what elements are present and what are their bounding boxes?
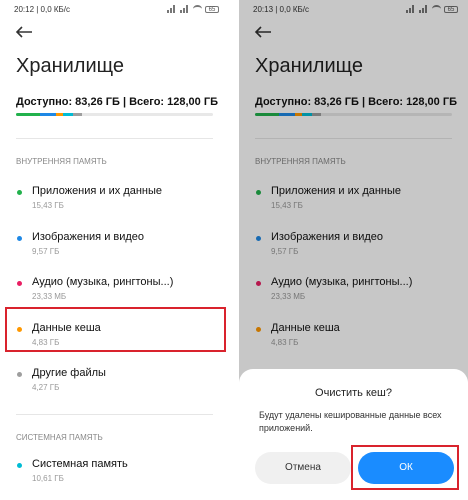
storage-summary: Доступно: 83,26 ГБ | Всего: 128,00 ГБ	[16, 96, 218, 108]
storage-screen-right: 20:13 | 0,0 КБ/с 65 Хранилище Доступно: …	[239, 0, 468, 500]
item-size: 4,27 ГБ	[32, 383, 60, 392]
storage-item-other[interactable]: Другие файлы 4,27 ГБ	[0, 365, 229, 405]
dialog-message: Будут удалены кешированные данные всех п…	[259, 410, 442, 433]
storage-item-apps[interactable]: Приложения и их данные 15,43 ГБ	[0, 183, 229, 223]
wifi-icon	[193, 5, 202, 13]
item-name: Системная память	[32, 458, 128, 470]
divider	[16, 414, 213, 415]
storage-item-images[interactable]: Изображения и видео 9,57 ГБ	[0, 229, 229, 269]
pink-dot-icon	[17, 281, 22, 286]
cyan-dot-icon	[17, 463, 22, 468]
item-name: Другие файлы	[32, 367, 106, 379]
storage-screen-left: 20:12 | 0,0 КБ/с 65 Хранилище Доступно: …	[0, 0, 229, 500]
item-size: 9,57 ГБ	[32, 247, 60, 256]
item-name: Изображения и видео	[32, 231, 145, 243]
cancel-button[interactable]: Отмена	[255, 452, 351, 484]
battery-icon: 65	[205, 5, 219, 13]
blue-dot-icon	[17, 236, 22, 241]
item-name: Приложения и их данные	[32, 185, 163, 197]
clear-cache-dialog: Очистить кеш? Будут удалены кешированные…	[239, 369, 468, 500]
status-time: 20:12 | 0,0 КБ/с	[14, 5, 71, 14]
section-internal-memory: ВНУТРЕННЯЯ ПАМЯТЬ	[16, 157, 107, 166]
signal-icon-2	[180, 5, 190, 13]
dialog-title: Очистить кеш?	[315, 387, 392, 399]
green-dot-icon	[17, 190, 22, 195]
ok-highlight-frame	[351, 445, 459, 490]
signal-icon	[167, 5, 177, 13]
page-title: Хранилище	[16, 55, 124, 77]
item-size: 10,61 ГБ	[32, 474, 64, 483]
status-icons: 65	[167, 5, 219, 13]
status-bar: 20:12 | 0,0 КБ/с 65	[14, 5, 219, 17]
storage-item-system[interactable]: Системная память 10,61 ГБ	[0, 456, 229, 496]
section-system-memory: СИСТЕМНАЯ ПАМЯТЬ	[16, 433, 103, 442]
gray-dot-icon	[17, 372, 22, 377]
item-size: 15,43 ГБ	[32, 201, 64, 210]
item-name: Аудио (музыка, рингтоны...)	[32, 276, 174, 288]
divider	[16, 138, 213, 139]
storage-usage-bar	[16, 113, 213, 116]
cache-highlight-frame	[5, 307, 226, 352]
item-size: 23,33 МБ	[32, 292, 67, 301]
back-arrow-icon[interactable]	[14, 24, 34, 40]
